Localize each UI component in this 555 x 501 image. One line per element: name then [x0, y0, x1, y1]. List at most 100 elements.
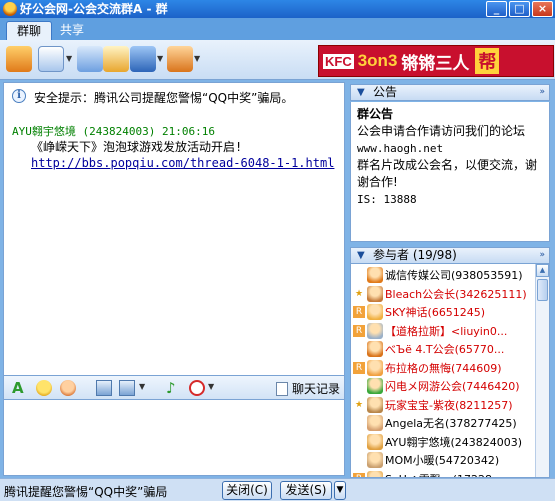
banner-slogan: 锵锵三人 — [401, 53, 470, 74]
group-apps-icon[interactable] — [167, 46, 193, 72]
member-list[interactable]: ▲ 诚信传媒公司(938053591) ★ Bleach公会长(342625111)… — [350, 264, 550, 478]
screenshot-dropdown-icon[interactable]: ▼ — [139, 382, 145, 391]
member-row[interactable]: 诚信传媒公司(938053591) — [351, 266, 535, 284]
group-members-icon[interactable] — [6, 46, 32, 72]
member-scrollbar[interactable]: ▲ — [535, 264, 549, 477]
member-row[interactable]: MOM小暖(54720342) — [351, 451, 535, 469]
scroll-up-icon[interactable]: ▲ — [536, 264, 549, 277]
announcement-qq: IS: 13888 — [357, 193, 417, 206]
avatar-icon — [367, 415, 383, 431]
admin-star-icon: ★ — [354, 399, 364, 410]
history-icon — [275, 381, 288, 396]
message-link[interactable]: http://bbs.popqiu.com/thread-6048-1-1.ht… — [31, 156, 334, 170]
window-titlebar[interactable]: 好公会网-公会交流群A - 群 _ □ × — [0, 0, 555, 18]
member-row[interactable]: べЪё 4.T公会(65770... — [351, 340, 535, 358]
member-rank-icon: R — [353, 361, 365, 374]
security-notice: i 安全提示：腾讯公司提醒您警惕“QQ中奖”骗局。 — [12, 89, 293, 106]
magic-emoji-icon[interactable] — [60, 380, 76, 396]
send-button[interactable]: 发送(S) — [280, 481, 332, 500]
music-icon[interactable]: ♪ — [166, 380, 182, 396]
member-row[interactable]: ★ Bleach公会长(342625111) — [351, 285, 535, 303]
avatar-icon — [367, 341, 383, 357]
avatar-icon — [367, 267, 383, 283]
font-icon[interactable]: A — [12, 380, 28, 396]
avatar-icon — [367, 285, 383, 302]
message-sender[interactable]: AYU翱宇悠境 — [12, 125, 76, 138]
members-header-label: 参与者 (19/98) — [373, 248, 457, 262]
block-icon[interactable] — [189, 380, 205, 396]
send-image-icon[interactable] — [96, 380, 112, 396]
bottom-tip[interactable]: 腾讯提醒您警惕“QQ中奖”骗局 — [4, 483, 167, 500]
qq-penguin-icon — [3, 2, 17, 16]
mail-dropdown-icon[interactable]: ▼ — [66, 54, 72, 63]
announcement-body: 群公告 公会申请合作请访问我们的论坛 www.haogh.net 群名片改成公会… — [350, 102, 550, 242]
tab-group-chat[interactable]: 群聊 — [6, 21, 53, 40]
banner-help: 帮 — [475, 48, 500, 74]
member-row[interactable]: AYU翱宇悠境(243824003) — [351, 433, 535, 451]
avatar-icon — [367, 433, 383, 450]
message-input[interactable] — [3, 400, 345, 476]
double-chevron-icon[interactable]: » — [539, 85, 545, 100]
group-settings-icon[interactable] — [130, 46, 156, 72]
member-name: MOM小暖(54720342) — [385, 454, 500, 467]
member-row[interactable]: 闪电メ网游公会(7446420) — [351, 377, 535, 395]
member-name: べЪё 4.T公会(65770... — [385, 343, 505, 356]
member-row[interactable]: ★ 玩家宝宝-紫夜(8211257) — [351, 396, 535, 414]
admin-star-icon: ★ — [354, 288, 364, 299]
minimize-button[interactable]: _ — [486, 1, 507, 17]
tools-icon[interactable] — [77, 46, 103, 72]
close-button[interactable]: 关闭(C) — [222, 481, 272, 500]
collapse-arrow-icon: ▼ — [357, 87, 365, 98]
members-header[interactable]: ▼ 参与者 (19/98) » — [350, 247, 550, 264]
member-row[interactable]: R 【道格拉斯】<liuyin0... — [351, 322, 535, 340]
member-name: SoU ◆雪飘▄ (17228... — [385, 471, 502, 478]
input-toolbar: A ▼ ♪ ▼ 聊天记录 — [3, 376, 345, 400]
member-name: 布拉格の無悔(744609) — [385, 361, 502, 375]
member-rank-icon: R — [353, 306, 365, 318]
screenshot-icon[interactable] — [119, 380, 135, 396]
collapse-arrow-icon: ▼ — [357, 250, 365, 261]
member-name: 【道格拉斯】<liuyin0... — [385, 324, 508, 338]
announcement-url[interactable]: www.haogh.net — [357, 140, 543, 157]
member-name: 闪电メ网游公会(7446420) — [385, 380, 520, 393]
member-name: Bleach公会长(342625111) — [385, 287, 527, 301]
tab-strip: 群聊 共享 — [0, 18, 555, 40]
rank-icon — [353, 343, 365, 355]
emoji-icon[interactable] — [36, 380, 52, 396]
chat-history-button[interactable]: 聊天记录 — [275, 380, 340, 397]
avatar-icon — [367, 304, 383, 320]
close-window-button[interactable]: × — [532, 1, 553, 17]
member-row[interactable]: R 布拉格の無悔(744609) — [351, 359, 535, 377]
settings-dropdown-icon[interactable]: ▼ — [157, 54, 163, 63]
member-name: SKY神话(6651245) — [385, 306, 486, 319]
double-chevron-icon[interactable]: » — [539, 248, 545, 263]
mail-icon[interactable] — [38, 46, 64, 72]
scroll-thumb[interactable] — [537, 279, 548, 301]
notice-text: 腾讯公司提醒您警惕“QQ中奖”骗局。 — [94, 91, 294, 105]
window-title: 好公会网-公会交流群A - 群 — [20, 2, 168, 16]
announcement-header[interactable]: ▼ 公告 » — [350, 84, 550, 101]
kfc-banner-ad[interactable]: KFC 3on3 锵锵三人 帮 — [318, 45, 554, 77]
announcement-text-2: 群名片改成公会名，以便交流，谢谢合作! — [357, 158, 538, 189]
history-label: 聊天记录 — [291, 382, 340, 396]
avatar-icon — [367, 359, 383, 376]
member-name: 诚信传媒公司(938053591) — [385, 269, 523, 282]
message-time: 21:06:16 — [161, 125, 215, 138]
member-rank-icon: R — [353, 324, 365, 337]
maximize-button[interactable]: □ — [509, 1, 530, 17]
member-row[interactable]: Angela无名(378277425) — [351, 414, 535, 432]
member-name: AYU翱宇悠境(243824003) — [385, 435, 523, 449]
member-name: 玩家宝宝-紫夜(8211257) — [385, 398, 513, 412]
group-space-icon[interactable] — [103, 46, 129, 72]
apps-dropdown-icon[interactable]: ▼ — [194, 54, 200, 63]
send-options-button[interactable]: ▼ — [334, 481, 346, 500]
member-row[interactable]: R SoU ◆雪飘▄ (17228... — [351, 470, 535, 478]
message-qq: (243824003) — [82, 125, 156, 138]
rank-icon — [353, 454, 365, 466]
chat-history[interactable]: i 安全提示：腾讯公司提醒您警惕“QQ中奖”骗局。 AYU翱宇悠境 (24382… — [3, 82, 345, 376]
member-name: Angela无名(378277425) — [385, 417, 517, 430]
avatar-icon — [367, 470, 383, 477]
block-dropdown-icon[interactable]: ▼ — [208, 382, 214, 391]
member-row[interactable]: R SKY神话(6651245) — [351, 303, 535, 321]
tab-share[interactable]: 共享 — [50, 21, 94, 40]
